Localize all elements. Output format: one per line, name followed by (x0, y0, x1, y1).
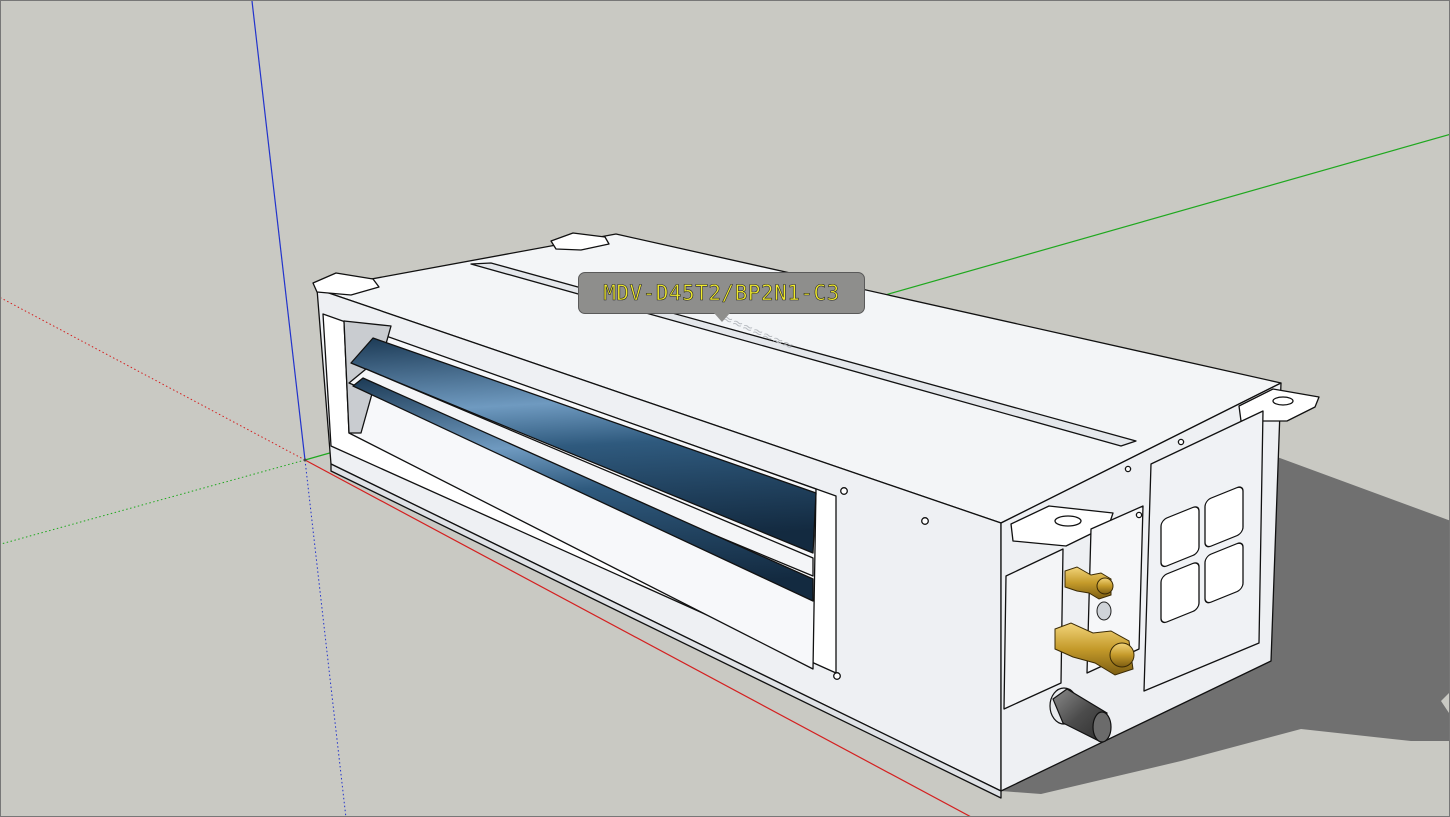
screw (1135, 511, 1143, 519)
bracket-slot (1054, 515, 1082, 527)
origin-marker (303, 458, 307, 462)
flare-nut (1109, 642, 1135, 668)
sensor-port (1096, 601, 1112, 621)
screw (1124, 465, 1132, 473)
flare-nut (1096, 577, 1114, 595)
axis-red-negative (1, 297, 306, 461)
model-scene[interactable]: ≈≈≈≈≈≈≈ (1, 1, 1450, 817)
bracket-slot (1272, 396, 1294, 406)
screw (921, 517, 929, 525)
model-tag-pointer (714, 313, 730, 322)
side-panel (1003, 548, 1064, 710)
screw (1177, 438, 1185, 446)
axis-blue-negative (304, 459, 347, 816)
model-name-tag[interactable]: MDV-D45T2/BP2N1-C3 (578, 272, 865, 314)
screw (840, 487, 848, 495)
screw (833, 672, 841, 680)
axis-green-negative (1, 459, 306, 545)
axis-blue-positive (251, 1, 306, 461)
sketchup-viewport[interactable]: ≈≈≈≈≈≈≈ MDV-D45T2/BP2N1-C3 (0, 0, 1450, 817)
drain-pipe-end (1092, 711, 1112, 743)
